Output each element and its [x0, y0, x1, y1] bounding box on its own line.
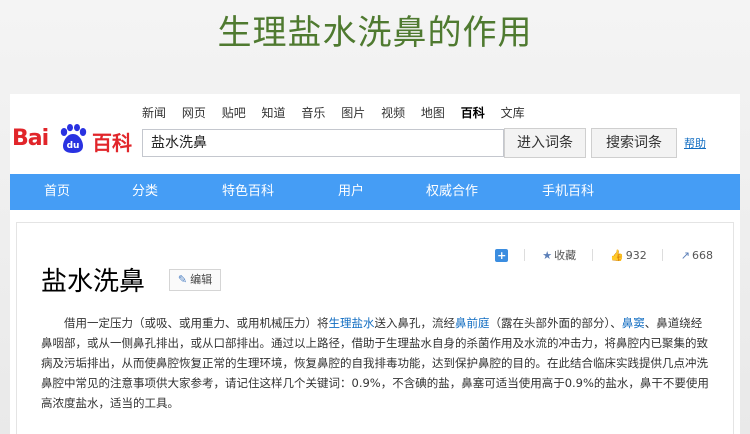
lemma-title: 盐水洗鼻 [41, 267, 146, 297]
lemma-summary: 借用一定压力（或吸、或用重力、或用机械压力）将生理盐水送入鼻孔，流经鼻前庭（露在… [41, 313, 713, 413]
nav-images[interactable]: 图片 [341, 104, 365, 121]
enter-entry-button[interactable]: 进入词条 [504, 128, 586, 158]
nav-tieba[interactable]: 贴吧 [222, 104, 246, 121]
nav-zhidao[interactable]: 知道 [262, 104, 286, 121]
nav-baike[interactable]: 百科 [461, 104, 485, 121]
nav-wenku[interactable]: 文库 [501, 104, 525, 121]
nav-music[interactable]: 音乐 [301, 104, 325, 121]
star-icon: ★ [542, 249, 553, 262]
nav-user[interactable]: 用户 [338, 174, 364, 210]
lemma-card: + ★ 收藏 👍 932 ↗ 668 盐水洗鼻 ✎ 编辑 借用一定压力（或吸、或用重力、… [16, 222, 734, 434]
nav-home[interactable]: 首页 [44, 174, 70, 210]
thumbs-up-icon: 👍 [610, 248, 624, 262]
summary-text: 借用一定压力（或吸、或用重力、或用机械压力）将 [64, 316, 329, 330]
top-nav: 新闻 网页 贴吧 知道 音乐 图片 视频 地图 百科 文库 [142, 104, 537, 122]
logo-baike-text: 百科 [92, 131, 132, 155]
paw-icon: du [60, 124, 87, 153]
edit-label: 编辑 [190, 273, 213, 286]
nav-web[interactable]: 网页 [182, 104, 206, 121]
logo-bai-text: Bai [12, 126, 49, 151]
slide-title: 生理盐水洗鼻的作用 [217, 13, 533, 53]
collect-button[interactable]: ★ 收藏 [542, 247, 576, 263]
baidu-baike-logo[interactable]: Bai du 百科 [12, 124, 132, 160]
nav-featured[interactable]: 特色百科 [222, 174, 274, 210]
browser-frame: 新闻 网页 贴吧 知道 音乐 图片 视频 地图 百科 文库 Bai du 百科 … [10, 94, 740, 434]
like-button[interactable]: 👍 932 [610, 249, 647, 262]
nav-mobile[interactable]: 手机百科 [542, 174, 594, 210]
pencil-icon: ✎ [177, 273, 188, 286]
share-count: 668 [692, 248, 713, 262]
share-button[interactable]: ↗ 668 [681, 249, 713, 262]
main-nav-bar: 首页 分类 特色百科 用户 权威合作 手机百科 [10, 174, 740, 210]
nav-video[interactable]: 视频 [381, 104, 405, 121]
summary-text: 送入鼻孔，流经 [374, 316, 456, 330]
nav-authority[interactable]: 权威合作 [426, 174, 478, 210]
search-entry-button[interactable]: 搜索词条 [591, 128, 677, 158]
share-icon: ↗ [680, 248, 690, 262]
link-sinus[interactable]: 鼻窦 [622, 316, 645, 330]
summary-text: 、鼻道绕经鼻咽部，或从一侧鼻孔排出，或从口部排出。通过以上路径，借助于生理盐水自… [41, 316, 709, 410]
collect-label: 收藏 [554, 249, 577, 262]
nav-category[interactable]: 分类 [132, 174, 158, 210]
search-input[interactable]: 盐水洗鼻 [142, 129, 504, 157]
link-saline[interactable]: 生理盐水 [329, 316, 375, 330]
link-nasal-vestibule[interactable]: 鼻前庭 [455, 316, 490, 330]
plus-icon: + [495, 248, 509, 262]
help-link[interactable]: 帮助 [684, 135, 706, 151]
divider [662, 249, 664, 261]
nav-map[interactable]: 地图 [421, 104, 445, 121]
like-count: 932 [625, 248, 647, 262]
logo-du-text: du [67, 141, 80, 151]
divider [591, 249, 593, 261]
lemma-actions: + ★ 收藏 👍 932 ↗ 668 [481, 247, 713, 263]
edit-button[interactable]: ✎ 编辑 [169, 269, 221, 291]
divider [523, 249, 525, 261]
summary-text: （露在头部外面的部分）、 [489, 316, 622, 330]
add-button[interactable]: + [495, 248, 509, 262]
nav-news[interactable]: 新闻 [142, 104, 166, 121]
